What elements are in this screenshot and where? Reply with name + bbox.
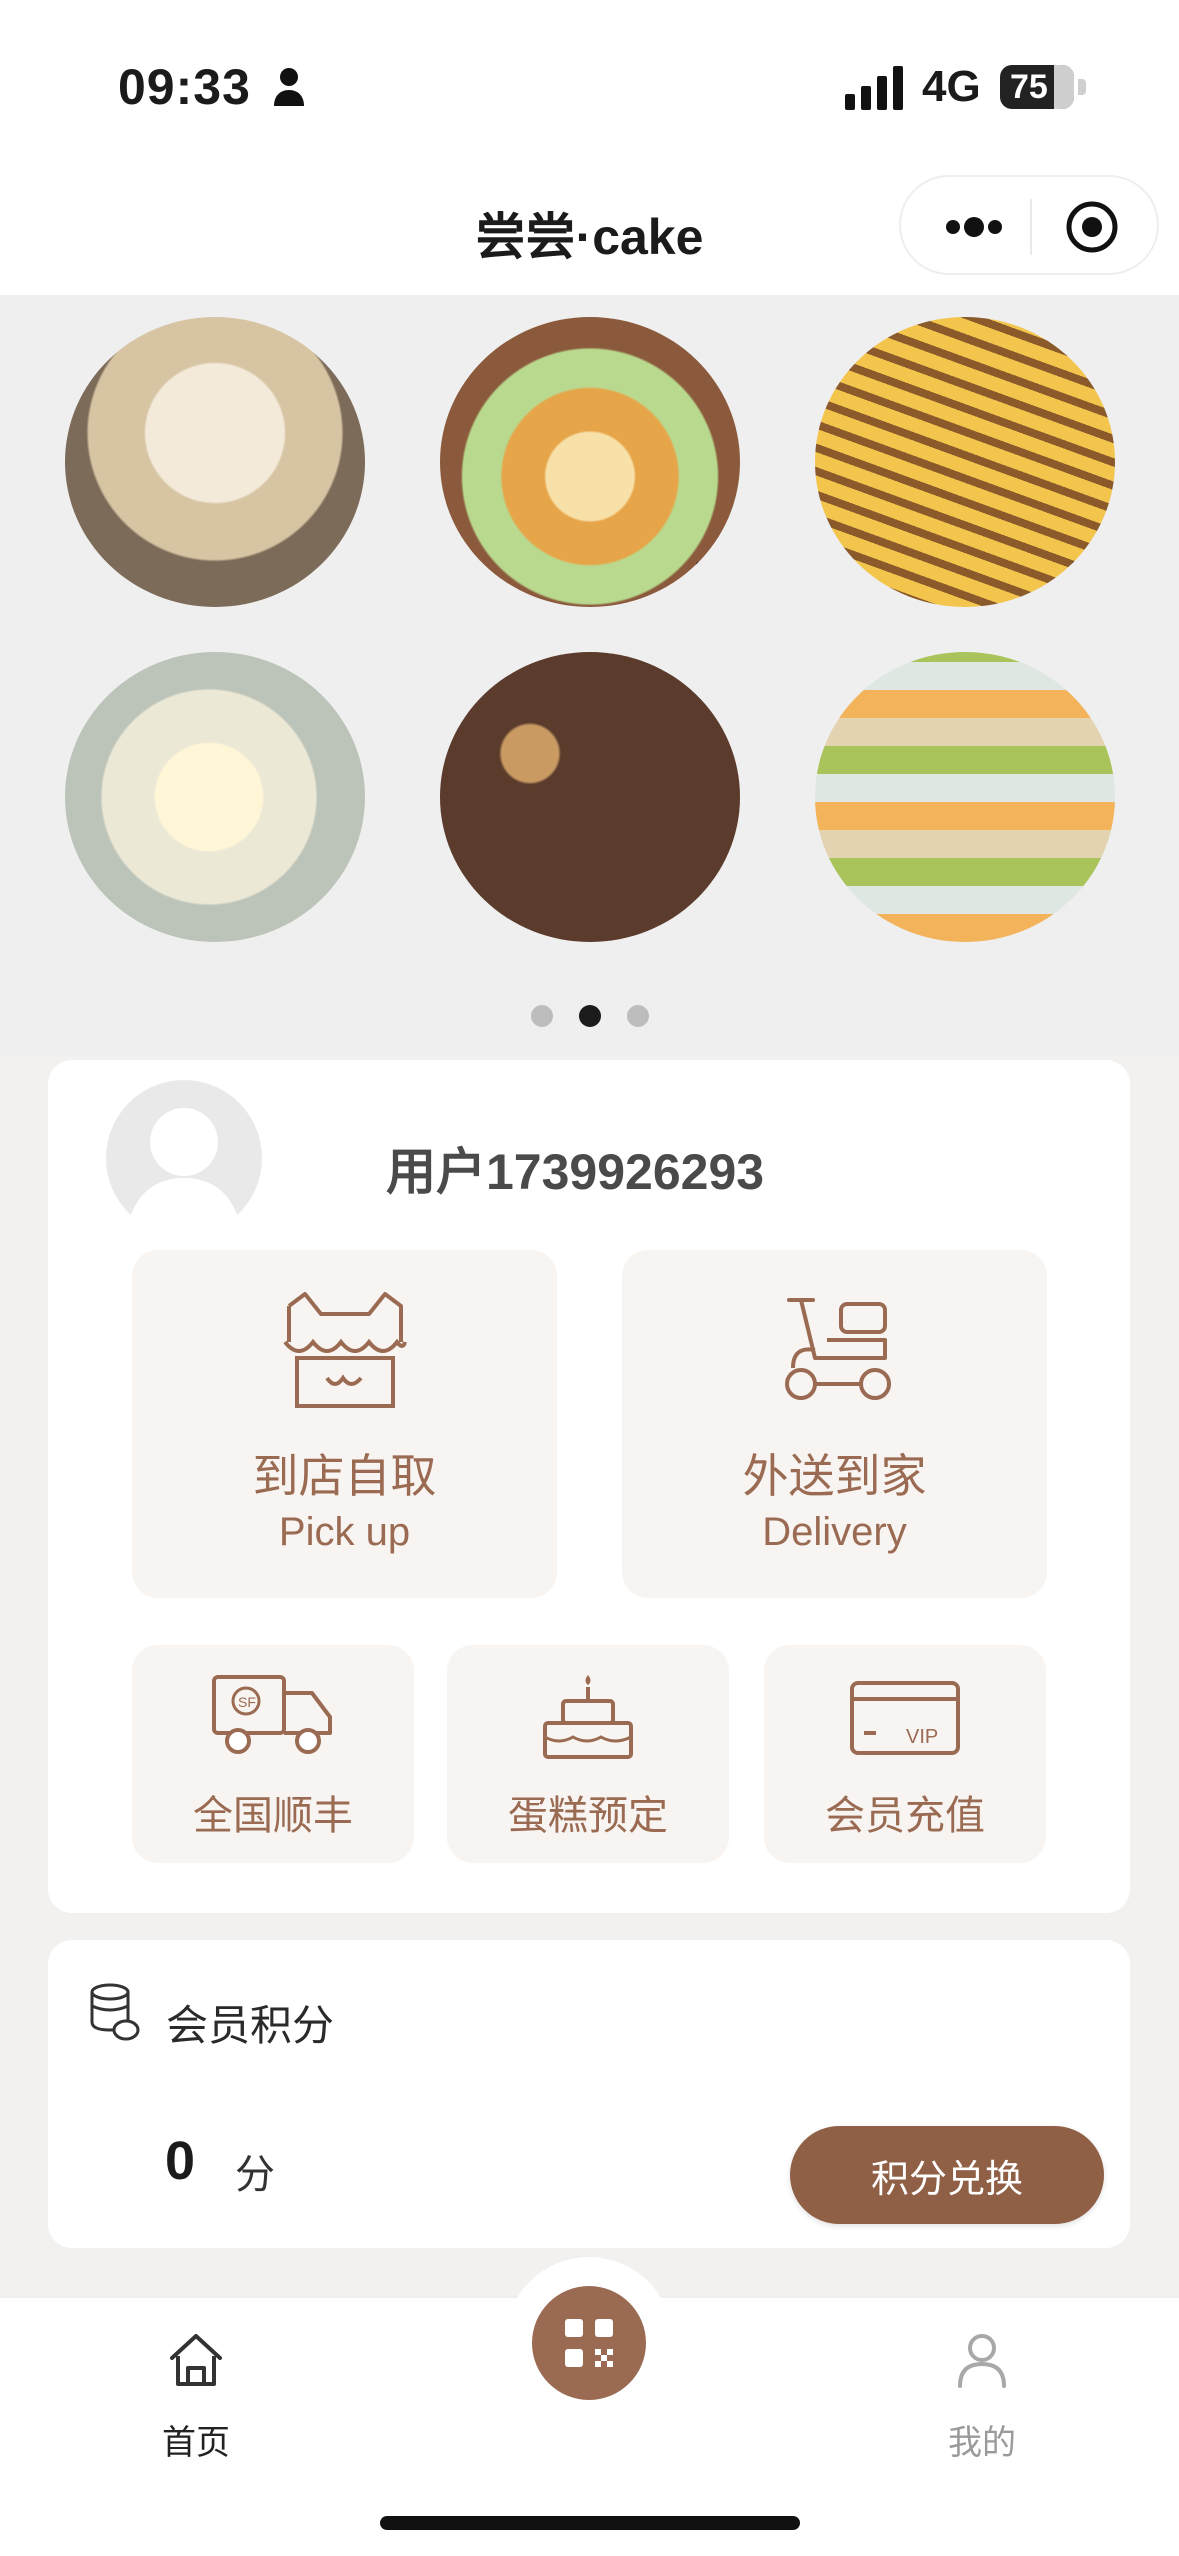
avatar-placeholder-icon <box>126 1108 242 1236</box>
user-icon <box>958 2334 1006 2388</box>
battery-level: 75 <box>1010 67 1048 106</box>
image-number: 1. <box>316 556 351 597</box>
product-image-cups: 2. <box>440 317 740 607</box>
status-bar: 09:33 4G 75 <box>0 0 1179 175</box>
miniprogram-capsule <box>899 175 1159 275</box>
avatar[interactable] <box>106 1080 262 1236</box>
redeem-points-button[interactable]: 积分兑换 <box>790 2126 1104 2224</box>
carousel-dot[interactable] <box>530 1005 553 1027</box>
more-options-icon[interactable] <box>939 205 1009 249</box>
pickup-label: 到店自取 <box>252 1450 437 1502</box>
svg-text:SF: SF <box>238 1694 256 1710</box>
vip-recharge-label: 会员充值 <box>825 1794 985 1838</box>
close-miniprogram-icon[interactable] <box>1064 199 1120 255</box>
nav-home-label: 首页 <box>162 2424 230 2462</box>
app-screen: { "status": {"time": "09:33", "network":… <box>0 0 1179 2556</box>
home-indicator[interactable] <box>380 2516 800 2530</box>
image-number: 2. <box>691 556 726 597</box>
title-bar: 尝尝·cake <box>0 175 1179 295</box>
battery-icon: 75 <box>1000 65 1074 109</box>
sf-shipping-label: 全国顺丰 <box>193 1794 353 1838</box>
product-image-cream-puff: 4. <box>65 652 365 942</box>
coins-icon <box>90 1983 140 2041</box>
carousel-dot-active[interactable] <box>578 1005 601 1027</box>
scooter-delivery-icon <box>784 1298 891 1400</box>
image-number: 3. <box>1066 556 1101 597</box>
pickup-label-en: Pick up <box>278 1510 411 1554</box>
qr-code-button[interactable] <box>532 2286 646 2400</box>
pickup-button[interactable]: 到店自取 Pick up <box>132 1250 557 1598</box>
delivery-label-en: Delivery <box>762 1510 907 1554</box>
product-image-coffee: 1. <box>65 317 365 607</box>
product-image-chocolate-chips: 5. <box>440 652 740 942</box>
image-number: 5. <box>691 891 726 932</box>
store-pickup-icon <box>282 1292 407 1408</box>
carousel-indicator <box>0 1005 1179 1027</box>
image-number: 6. <box>1066 891 1101 932</box>
nav-me[interactable]: 我的 <box>882 2328 1082 2464</box>
user-name: 用户1739926293 <box>386 1144 765 1200</box>
vip-recharge-button[interactable]: VIP 会员充值 <box>764 1645 1046 1863</box>
product-carousel[interactable]: 1. 2. 3. 4. 5. 6. <box>0 295 1179 1055</box>
qr-code-icon <box>565 2319 613 2367</box>
user-service-card: 用户1739926293 到店自取 Pick up 外送到家 Delivery … <box>48 1060 1130 1913</box>
product-image-cookie-packs: 6. <box>815 652 1115 942</box>
cake-order-label: 蛋糕预定 <box>508 1794 668 1838</box>
vip-card-icon: VIP <box>850 1681 960 1755</box>
home-icon <box>170 2334 222 2386</box>
member-points-card: 会员积分 0 分 积分兑换 <box>48 1940 1130 2248</box>
delivery-label: 外送到家 <box>742 1450 927 1502</box>
cake-icon <box>543 1675 633 1759</box>
carousel-dot[interactable] <box>626 1005 649 1027</box>
sf-shipping-button[interactable]: SF 全国顺丰 <box>132 1645 414 1863</box>
points-unit: 分 <box>235 2153 275 2197</box>
network-type: 4G <box>922 62 981 111</box>
cellular-signal-icon <box>845 66 903 110</box>
image-number: 4. <box>316 891 351 932</box>
nav-me-label: 我的 <box>948 2424 1016 2462</box>
nav-home[interactable]: 首页 <box>96 2328 296 2464</box>
svg-text:VIP: VIP <box>906 1726 938 1748</box>
delivery-button[interactable]: 外送到家 Delivery <box>622 1250 1047 1598</box>
product-image-roll-cake: 3. <box>815 317 1115 607</box>
truck-icon: SF <box>212 1675 332 1754</box>
cake-order-button[interactable]: 蛋糕预定 <box>447 1645 729 1863</box>
person-icon <box>274 68 304 106</box>
status-time: 09:33 <box>118 59 251 115</box>
points-title: 会员积分 <box>166 2002 335 2049</box>
points-value: 0 <box>165 2131 196 2191</box>
